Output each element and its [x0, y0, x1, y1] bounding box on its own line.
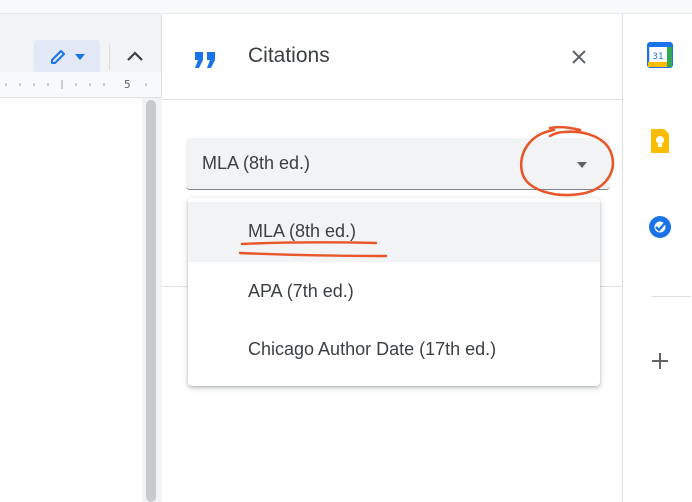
citations-title: Citations	[248, 44, 330, 67]
menu-option-label: Chicago Author Date (17th ed.)	[248, 339, 497, 359]
get-add-ons-button[interactable]	[643, 346, 677, 380]
horizontal-ruler[interactable]: 5	[0, 72, 162, 98]
citation-style-select[interactable]: MLA (8th ed.)	[186, 138, 610, 190]
citation-style-menu: MLA (8th ed.) APA (7th ed.) Chicago Auth…	[188, 198, 600, 386]
citations-panel-header: Citations	[162, 14, 622, 100]
calendar-icon: 31	[646, 41, 674, 73]
top-strip	[0, 0, 692, 14]
menu-option-label: APA (7th ed.)	[248, 281, 354, 301]
menu-option-apa[interactable]: APA (7th ed.)	[188, 262, 600, 322]
close-button[interactable]	[564, 44, 594, 74]
menu-option-chicago[interactable]: Chicago Author Date (17th ed.)	[188, 320, 600, 380]
close-icon	[571, 49, 587, 70]
tasks-icon	[647, 214, 673, 245]
document-toolbar	[0, 14, 162, 74]
document-scrollbar-thumb[interactable]	[146, 100, 156, 502]
menu-option-mla[interactable]: MLA (8th ed.)	[188, 202, 600, 262]
ruler-mark-label: 5	[124, 78, 131, 91]
keep-button[interactable]	[643, 126, 677, 160]
caret-down-icon	[75, 54, 85, 60]
pencil-icon	[49, 48, 67, 66]
svg-text:31: 31	[652, 52, 663, 62]
tasks-button[interactable]	[643, 212, 677, 246]
side-panel-divider	[651, 296, 691, 297]
quote-icon	[192, 50, 222, 70]
collapse-menus-button[interactable]	[120, 42, 150, 72]
editing-mode-button[interactable]	[34, 40, 100, 74]
caret-down-icon[interactable]	[572, 158, 592, 172]
calendar-button[interactable]: 31	[643, 40, 677, 74]
citation-style-value: MLA (8th ed.)	[202, 153, 311, 173]
side-panel: 31	[622, 14, 692, 502]
keep-icon	[649, 127, 671, 160]
document-canvas[interactable]	[0, 98, 162, 502]
plus-icon	[651, 352, 669, 375]
menu-option-label: MLA (8th ed.)	[248, 221, 357, 241]
chevron-up-icon	[127, 48, 143, 66]
ruler-ticks	[5, 80, 147, 89]
toolbar-divider	[109, 44, 110, 70]
